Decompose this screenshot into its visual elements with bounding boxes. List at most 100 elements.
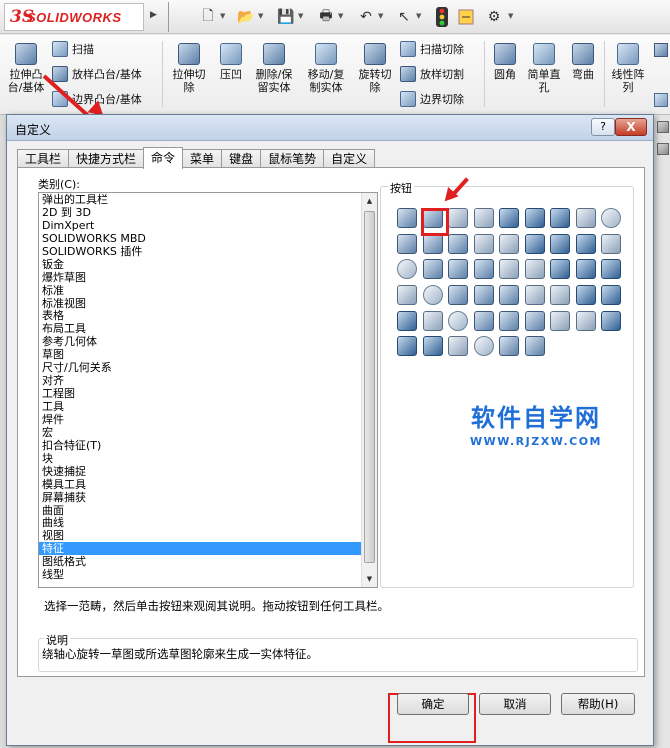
category-item[interactable]: 工具: [39, 400, 362, 413]
category-item[interactable]: 对齐: [39, 374, 362, 387]
category-item[interactable]: 2D 到 3D: [39, 206, 362, 219]
category-item[interactable]: SOLIDWORKS MBD: [39, 232, 362, 245]
feature-command-icon[interactable]: [448, 259, 474, 285]
feature-command-icon[interactable]: [448, 233, 474, 260]
simple-hole-button[interactable]: 简单直 孔: [524, 43, 564, 94]
category-scrollbar[interactable]: ▲ ▼: [361, 193, 377, 587]
category-item[interactable]: 爆炸草图: [39, 271, 362, 284]
tab-mouse-gestures[interactable]: 鼠标笔势: [260, 149, 325, 168]
category-item[interactable]: 布局工具: [39, 322, 362, 335]
new-document-icon[interactable]: 🗋: [198, 7, 218, 27]
feature-command-icon[interactable]: [473, 336, 500, 362]
select-dropdown-icon[interactable]: ▼: [416, 12, 421, 20]
feature-command-icon[interactable]: [397, 233, 423, 260]
save-icon[interactable]: 💾: [276, 7, 296, 27]
feature-command-icon[interactable]: [499, 259, 525, 285]
scrollbar-thumb[interactable]: [364, 211, 375, 563]
print-icon[interactable]: 🖶: [316, 7, 336, 27]
flex-button[interactable]: 弯曲: [568, 43, 598, 81]
tab-keyboard[interactable]: 键盘: [221, 149, 262, 168]
cancel-button[interactable]: 取消: [479, 693, 551, 715]
linear-pattern-button[interactable]: 线性阵 列: [608, 43, 648, 94]
category-item[interactable]: 宏: [39, 426, 362, 439]
feature-command-icon[interactable]: [575, 233, 602, 260]
category-item[interactable]: 参考几何体: [39, 335, 362, 348]
revolve-cut-button[interactable]: 旋转切 除: [354, 43, 396, 94]
save-dropdown-icon[interactable]: ▼: [298, 12, 303, 20]
feature-command-icon[interactable]: [524, 233, 551, 260]
category-item[interactable]: 钣金: [39, 258, 362, 271]
traffic-light-icon[interactable]: [432, 7, 452, 27]
feature-command-icon[interactable]: [601, 259, 627, 285]
undo-icon[interactable]: ↶: [356, 7, 376, 27]
feature-command-icon[interactable]: [524, 336, 551, 362]
move-copy-body-button[interactable]: 移动/复 制实体: [302, 43, 350, 94]
feature-command-icon[interactable]: [550, 259, 576, 285]
close-button[interactable]: X: [615, 118, 647, 136]
feature-command-icon[interactable]: [550, 233, 576, 260]
feature-command-icon[interactable]: [575, 285, 602, 311]
open-folder-icon[interactable]: 📂: [236, 7, 256, 27]
category-item[interactable]: 焊件: [39, 413, 362, 426]
category-item[interactable]: 标准: [39, 284, 362, 297]
feature-command-icon[interactable]: [550, 310, 576, 337]
tab-commands[interactable]: 命令: [143, 147, 184, 169]
feature-command-icon[interactable]: [550, 208, 576, 234]
feature-command-icon[interactable]: [601, 233, 627, 260]
feature-command-icon[interactable]: [575, 208, 602, 234]
feature-command-icon[interactable]: [601, 285, 627, 311]
feature-command-icon[interactable]: [575, 310, 602, 337]
open-dropdown-icon[interactable]: ▼: [258, 12, 263, 20]
feature-command-icon[interactable]: [575, 259, 602, 285]
feature-command-icon[interactable]: [397, 208, 423, 234]
feature-command-icon[interactable]: [524, 310, 551, 337]
print-dropdown-icon[interactable]: ▼: [338, 12, 343, 20]
feature-command-icon[interactable]: [397, 285, 423, 311]
feature-command-icon[interactable]: [499, 233, 525, 260]
undo-dropdown-icon[interactable]: ▼: [378, 12, 383, 20]
feature-command-icon[interactable]: [473, 310, 500, 337]
feature-command-icon[interactable]: [397, 336, 423, 362]
category-item[interactable]: 扣合特征(T): [39, 439, 362, 452]
feature-command-icon[interactable]: [397, 259, 423, 285]
solidworks-logo[interactable]: 3S SOLIDWORKS: [4, 3, 144, 31]
feature-command-icon[interactable]: [422, 285, 449, 311]
feature-command-icon[interactable]: [448, 208, 474, 234]
sweep-button[interactable]: 扫描: [52, 41, 94, 57]
tab-customization[interactable]: 自定义: [323, 149, 376, 168]
category-listbox[interactable]: 弹出的工具栏 2D 到 3D DimXpert SOLIDWORKS MBD SOLID…: [38, 192, 378, 588]
category-item[interactable]: 表格: [39, 309, 362, 322]
category-item[interactable]: 线型: [39, 568, 362, 581]
category-item[interactable]: 快速捕捉: [39, 465, 362, 478]
feature-command-icon[interactable]: [448, 310, 474, 337]
delete-keep-body-button[interactable]: 删除/保 留实体: [250, 43, 298, 94]
loft-button[interactable]: 放样凸台/基体: [52, 66, 142, 82]
category-item[interactable]: 特征: [39, 542, 362, 555]
feature-command-icon[interactable]: [473, 285, 500, 311]
feature-command-icon[interactable]: [422, 336, 449, 362]
scroll-up-icon[interactable]: ▲: [362, 193, 377, 209]
feature-command-icon[interactable]: [524, 208, 551, 234]
category-item[interactable]: 曲线: [39, 516, 362, 529]
category-item[interactable]: SOLIDWORKS 插件: [39, 245, 362, 258]
tab-toolbars[interactable]: 工具栏: [17, 149, 70, 168]
help-title-button[interactable]: ?: [591, 118, 615, 136]
ok-button[interactable]: 确定: [397, 693, 469, 715]
category-item[interactable]: 标准视图: [39, 297, 362, 310]
category-item[interactable]: 弹出的工具栏: [39, 193, 362, 206]
feature-command-icon[interactable]: [550, 285, 576, 311]
category-item[interactable]: 图纸格式: [39, 555, 362, 568]
feature-command-icon[interactable]: [499, 310, 525, 337]
category-item[interactable]: 模具工具: [39, 478, 362, 491]
feature-command-icon[interactable]: [448, 285, 474, 311]
sweep-cut-button[interactable]: 扫描切除: [400, 41, 464, 57]
tab-menus[interactable]: 菜单: [182, 149, 223, 168]
scroll-down-icon[interactable]: ▼: [362, 571, 377, 587]
boundary-cut-button[interactable]: 边界切除: [400, 91, 464, 107]
rebuild-icon[interactable]: [456, 7, 476, 27]
feature-command-icon[interactable]: [473, 259, 500, 285]
feature-command-icon[interactable]: [601, 208, 627, 234]
feature-command-icon[interactable]: [422, 233, 449, 260]
feature-command-icon[interactable]: [448, 336, 474, 362]
category-item[interactable]: 视图: [39, 529, 362, 542]
